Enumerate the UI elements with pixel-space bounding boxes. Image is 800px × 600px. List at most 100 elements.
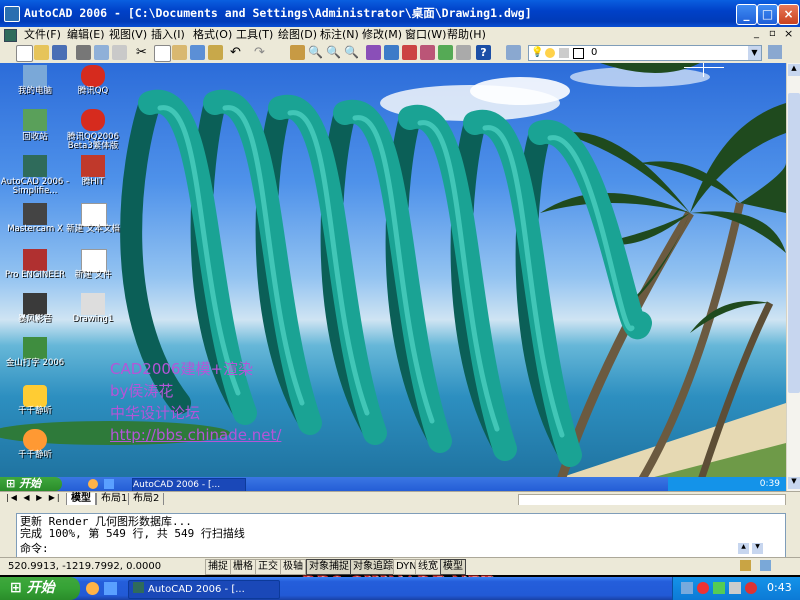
drawing-canvas[interactable]: 我的电脑 腾讯QQ 回收站 腾讯QQ2006 Beta3繁体版 AutoCAD … <box>0 63 786 491</box>
close-button[interactable]: × <box>778 4 799 25</box>
drawing-file-icon <box>81 293 105 315</box>
menu-tools[interactable]: 工具(T) <box>236 27 273 43</box>
match-properties-icon[interactable] <box>190 45 205 60</box>
cut-icon[interactable]: ✂ <box>136 45 151 60</box>
sheet-set-icon[interactable] <box>420 45 435 60</box>
menu-modify[interactable]: 修改(M) <box>362 27 402 43</box>
command-line: 完成 100%, 第 549 行, 共 549 行扫描线 <box>20 527 245 540</box>
doc-restore-icon[interactable]: ▫ <box>769 28 776 39</box>
menu-help[interactable]: 帮助(H) <box>447 27 486 43</box>
inner-task-button: AutoCAD 2006 - [... <box>132 478 246 492</box>
system-tray: 0:43 <box>672 577 800 600</box>
comm-center-icon[interactable] <box>760 560 771 571</box>
tab-nav-arrows[interactable]: |◀ ◀ ▶ ▶| <box>6 493 62 502</box>
media-icon <box>23 429 47 451</box>
snap-toggle[interactable]: 捕捉 <box>205 559 231 575</box>
inner-start-button: ⊞ 开始 <box>0 477 62 491</box>
layers-icon[interactable] <box>506 45 521 60</box>
autocad-app-icon[interactable] <box>4 6 20 22</box>
block-editor-icon[interactable] <box>208 45 223 60</box>
menu-bar: 文件(F) 编辑(E) 视图(V) 插入(I) 格式(O) 工具(T) 绘图(D… <box>0 27 800 44</box>
lock-icon[interactable] <box>559 48 569 58</box>
scroll-thumb[interactable] <box>788 93 800 393</box>
new-icon[interactable] <box>16 45 33 62</box>
vertical-scrollbar[interactable]: ▲ ▼ <box>786 63 800 491</box>
menu-draw[interactable]: 绘图(D) <box>278 27 317 43</box>
watermark-forum: 中华设计论坛 <box>110 404 201 422</box>
zoom-window-icon[interactable]: 🔍 <box>326 45 341 60</box>
menu-insert[interactable]: 插入(I) <box>151 27 185 43</box>
markup-icon[interactable] <box>438 45 453 60</box>
menu-dimension[interactable]: 标注(N) <box>320 27 359 43</box>
print-icon[interactable] <box>76 45 91 60</box>
layer-prev-icon[interactable] <box>768 45 782 59</box>
ie-icon[interactable] <box>104 582 117 595</box>
firefox-icon[interactable] <box>86 582 99 595</box>
save-icon[interactable] <box>52 45 67 60</box>
start-button[interactable]: ⊞ 开始 <box>0 577 80 600</box>
publish-icon[interactable] <box>112 45 127 60</box>
network-icon[interactable] <box>681 582 693 594</box>
window-title: AutoCAD 2006 - [C:\Documents and Setting… <box>24 6 532 20</box>
coordinate-readout: 520.9913, -1219.7992, 0.0000 <box>8 561 162 572</box>
recycle-bin-icon <box>23 109 47 131</box>
menu-view[interactable]: 视图(V) <box>109 27 147 43</box>
storm-player-icon <box>23 293 47 315</box>
undo-icon[interactable]: ↶ <box>230 45 245 60</box>
quick-launch-icon <box>104 479 114 489</box>
security-icon[interactable] <box>713 582 725 594</box>
minimize-button[interactable]: _ <box>736 4 757 25</box>
window-title-bar[interactable]: AutoCAD 2006 - [C:\Documents and Setting… <box>0 0 800 27</box>
command-history[interactable]: 更新 Render 几何图形数据库... 完成 100%, 第 549 行, 共… <box>16 513 786 558</box>
doc-icon[interactable] <box>4 29 17 42</box>
clock[interactable]: 0:43 <box>767 581 792 594</box>
pro-engineer-icon <box>23 249 47 271</box>
palm-fronds <box>540 63 786 333</box>
scroll-up-icon[interactable]: ▲ <box>738 543 749 554</box>
layer-value: 0 <box>591 47 598 58</box>
design-center-icon[interactable] <box>384 45 399 60</box>
scroll-down-icon[interactable]: ▼ <box>752 543 763 554</box>
scroll-down-icon[interactable]: ▼ <box>788 477 800 489</box>
maximize-button[interactable]: □ <box>757 4 778 25</box>
doc-minimize-icon[interactable]: _ <box>754 28 759 39</box>
zoom-realtime-icon[interactable]: 🔍 <box>308 45 323 60</box>
help-icon[interactable]: ? <box>476 45 491 60</box>
open-icon[interactable] <box>34 45 49 60</box>
watermark-title: CAD2006建模+渲染 <box>110 360 254 378</box>
lightbulb-icon[interactable]: 💡 <box>531 46 543 60</box>
redo-icon[interactable]: ↷ <box>254 45 269 60</box>
zoom-previous-icon[interactable]: 🔍 <box>344 45 359 60</box>
watermark-author: by侯涛花 <box>110 382 174 400</box>
qq2006-icon <box>81 109 105 131</box>
layer-dropdown[interactable]: 💡 0 ▼ <box>528 45 762 61</box>
lock-icon[interactable] <box>740 560 751 571</box>
doc-close-icon[interactable]: × <box>784 27 793 40</box>
layout-tabs-bar: |◀ ◀ ▶ ▶| 模型 布局1 布局2 <box>0 491 800 506</box>
command-prompt[interactable]: 命令: <box>20 543 49 555</box>
pan-icon[interactable] <box>290 45 305 60</box>
autocad-task-button[interactable]: AutoCAD 2006 - [... <box>128 580 280 599</box>
properties-icon[interactable] <box>366 45 381 60</box>
qq-tray-icon[interactable] <box>745 582 757 594</box>
scroll-up-icon[interactable]: ▲ <box>788 64 800 76</box>
menu-format[interactable]: 格式(O) <box>193 27 232 43</box>
tool-palettes-icon[interactable] <box>402 45 417 60</box>
quickcalc-icon[interactable] <box>456 45 471 60</box>
sun-icon[interactable] <box>545 48 555 58</box>
copy-icon[interactable] <box>154 45 171 62</box>
chevron-down-icon[interactable]: ▼ <box>748 46 761 60</box>
grid-toggle[interactable]: 栅格 <box>230 559 256 575</box>
menu-window[interactable]: 窗口(W) <box>405 27 446 43</box>
volume-icon[interactable] <box>729 582 741 594</box>
menu-file[interactable]: 文件(F) <box>24 27 61 43</box>
antivirus-icon[interactable] <box>697 582 709 594</box>
spring-model <box>120 89 652 467</box>
ortho-toggle[interactable]: 正交 <box>255 559 281 575</box>
preview-icon[interactable] <box>94 45 109 60</box>
paste-icon[interactable] <box>172 45 187 60</box>
tencent-hit-icon <box>81 155 105 177</box>
crosshair <box>703 63 704 77</box>
windows-taskbar: ⊞ 开始 AutoCAD 2006 - [... 0:43 <box>0 577 800 600</box>
menu-edit[interactable]: 编辑(E) <box>67 27 105 43</box>
